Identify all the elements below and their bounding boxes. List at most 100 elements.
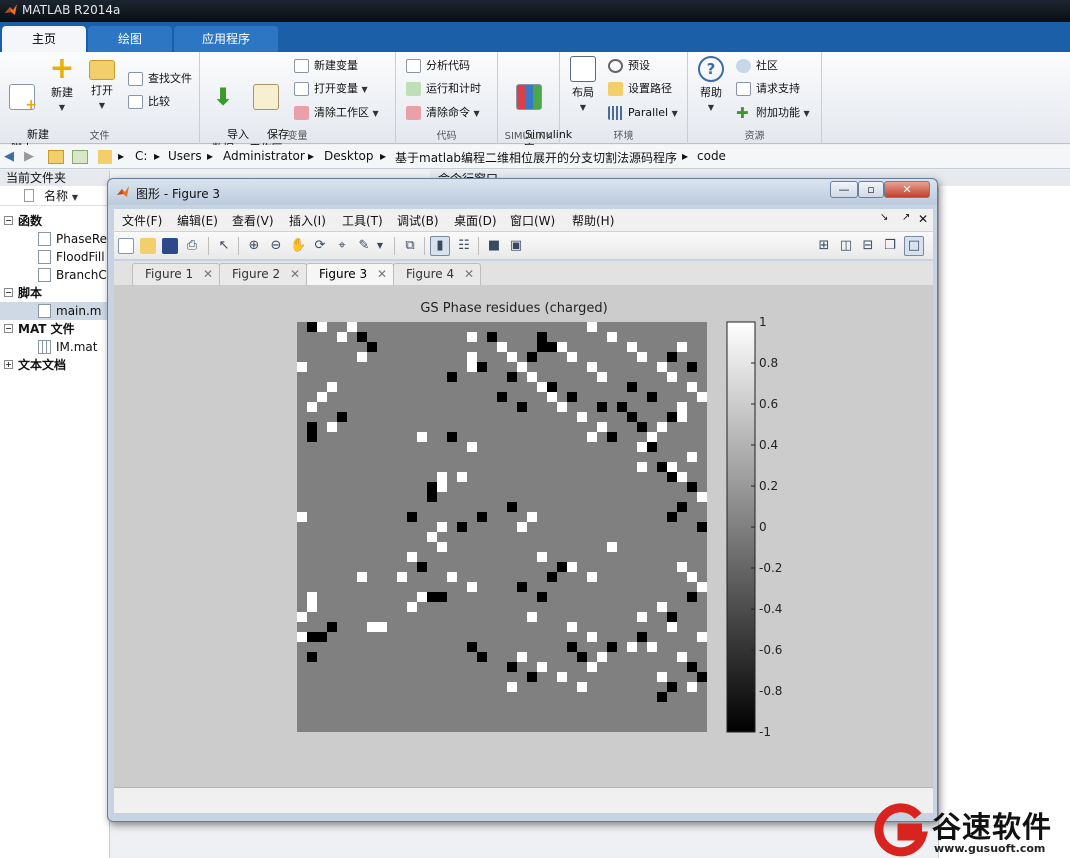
up-folder-icon[interactable] [48,150,64,164]
breadcrumb-item[interactable]: Users [168,149,202,163]
close-icon[interactable]: ✕ [290,264,300,284]
chevron-down-icon[interactable]: ▼ [372,238,388,254]
legend-icon[interactable]: ☷ [456,238,472,254]
file-item-branchc[interactable]: BranchC [0,266,107,284]
float-icon[interactable]: ❐ [882,238,898,254]
menu-window[interactable]: 窗口(W) [510,212,555,229]
zoom-in-icon[interactable]: ⊕ [246,238,262,254]
menu-file[interactable]: 文件(F) [122,212,162,229]
close-icon[interactable]: ✕ [918,212,928,226]
positive-residue-cell [677,562,687,572]
negative-residue-cell [357,332,367,342]
maximize-button[interactable]: ▫ [858,181,884,198]
pan-hand-icon[interactable]: ✋ [290,238,306,254]
section-functions[interactable]: − 函数 [0,212,42,230]
tab-figure-1[interactable]: Figure 1 ✕ [132,263,220,285]
undock-icon[interactable]: ↗ [902,212,910,223]
back-icon[interactable]: ◀ [4,149,14,164]
breadcrumb-separator-icon: ▸ [154,149,161,163]
browse-folder-icon[interactable] [72,150,88,164]
brush-icon[interactable]: ✎ [356,238,372,254]
arrow-icon[interactable]: ↘ [880,212,888,223]
clear-commands-button[interactable]: 清除命令 ▼ [406,104,480,122]
close-icon[interactable]: ✕ [203,264,213,284]
figure-canvas[interactable]: GS Phase residues (charged) 1 0.8 0.6 0.4 0.… [114,285,933,787]
preferences-button[interactable]: 预设 [608,57,650,75]
clear-workspace-button[interactable]: 清除工作区 ▼ [294,104,379,122]
breadcrumb-item[interactable]: code [697,149,726,163]
request-support-button[interactable]: 请求支持 [736,80,800,98]
negative-residue-cell [497,392,507,402]
open-button[interactable]: 打开 ▼ [86,56,118,113]
tab-figure-2[interactable]: Figure 2 ✕ [219,263,307,285]
new-variable-button[interactable]: 新建变量 [294,57,358,75]
run-and-time-button[interactable]: 运行和计时 [406,80,481,98]
minimize-button[interactable]: — [830,181,858,198]
breadcrumb-item[interactable]: Desktop [324,149,374,163]
forward-icon[interactable]: ▶ [24,149,34,164]
menu-edit[interactable]: 编辑(E) [177,212,218,229]
tab-figure-4[interactable]: Figure 4 ✕ [393,263,481,285]
pointer-icon[interactable]: ↖ [216,238,232,254]
tab-plots[interactable]: 绘图 [88,26,172,52]
link-plot-icon[interactable]: ⧉ [402,238,418,254]
command-window-area[interactable] [938,186,1070,858]
help-button[interactable]: ? 帮助 ▼ [696,56,726,115]
tile-top-bottom-icon[interactable]: ⊟ [860,238,876,254]
data-cursor-icon[interactable]: ⌖ [334,238,350,254]
hide-plot-tools-icon[interactable]: ■ [486,238,502,254]
open-variable-button[interactable]: 打开变量 ▼ [294,80,368,98]
analyze-code-button[interactable]: 分析代码 [406,57,470,75]
file-item-phasere[interactable]: PhaseRe [0,230,107,248]
maximize-tile-icon[interactable]: □ [904,236,924,256]
new-button[interactable]: + 新建 ▼ [46,54,78,115]
menu-insert[interactable]: 插入(I) [289,212,326,229]
menu-tools[interactable]: 工具(T) [342,212,383,229]
layout-button[interactable]: 布局 ▼ [568,56,598,115]
figure-menu-bar: 文件(F) 编辑(E) 查看(V) 插入(I) 工具(T) 调试(B) 桌面(D… [114,209,933,231]
breadcrumb-item[interactable]: C: [135,149,147,163]
rotate-3d-icon[interactable]: ⟳ [312,238,328,254]
close-icon[interactable]: ✕ [377,264,387,284]
close-icon[interactable]: ✕ [464,264,474,284]
set-path-button[interactable]: 设置路径 [608,80,672,98]
zoom-out-icon[interactable]: ⊖ [268,238,284,254]
tab-figure-3[interactable]: Figure 3 ✕ [306,263,394,285]
positive-residue-cell [597,372,607,382]
ribbon-group-label-resources: 资源 [744,131,765,142]
positive-residue-cell [427,532,437,542]
menu-view[interactable]: 查看(V) [232,212,274,229]
tab-home[interactable]: 主页 [2,26,86,52]
file-item-main[interactable]: main.m [0,302,110,320]
positive-residue-cell [407,552,417,562]
tile-left-right-icon[interactable]: ◫ [838,238,854,254]
menu-help[interactable]: 帮助(H) [572,212,614,229]
breadcrumb-item[interactable]: 基于matlab编程二维相位展开的分支切割法源码程序 [395,149,677,166]
file-item-im-mat[interactable]: IM.mat [0,338,97,356]
parallel-button[interactable]: Parallel ▼ [608,104,678,122]
name-column-header[interactable]: 名称 ▼ [0,186,109,206]
file-item-floodfill[interactable]: FloodFill [0,248,105,266]
collapse-icon: − [4,216,13,225]
save-icon[interactable] [162,238,178,254]
menu-desktop[interactable]: 桌面(D) [454,212,497,229]
print-icon[interactable]: ⎙ [184,238,200,254]
find-files-button[interactable]: 查找文件 [128,70,192,88]
figure-title-bar[interactable]: 图形 - Figure 3 — ▫ ✕ [108,179,937,205]
new-figure-icon[interactable] [118,238,134,254]
section-scripts[interactable]: − 脚本 [0,284,42,302]
community-button[interactable]: 社区 [736,57,778,75]
section-mat-files[interactable]: − MAT 文件 [0,320,75,338]
colorbar-toggle-icon[interactable]: ▮ [430,236,450,256]
section-text-docs[interactable]: + 文本文档 [0,356,66,374]
menu-debug[interactable]: 调试(B) [397,212,439,229]
show-plot-tools-icon[interactable]: ▣ [508,238,524,254]
close-button[interactable]: ✕ [884,181,930,198]
open-file-icon[interactable] [140,238,156,254]
tile-grid-icon[interactable]: ⊞ [816,238,832,254]
breadcrumb-item[interactable]: Administrator [223,149,305,163]
compare-button[interactable]: 比较 [128,93,170,111]
add-ons-button[interactable]: ✚ 附加功能 ▼ [736,104,810,122]
residue-plot[interactable]: 1 0.8 0.6 0.4 0.2 0 -0.2 -0.4 -0.6 -0.8 -1 [114,285,933,787]
tab-apps[interactable]: 应用程序 [174,26,278,52]
